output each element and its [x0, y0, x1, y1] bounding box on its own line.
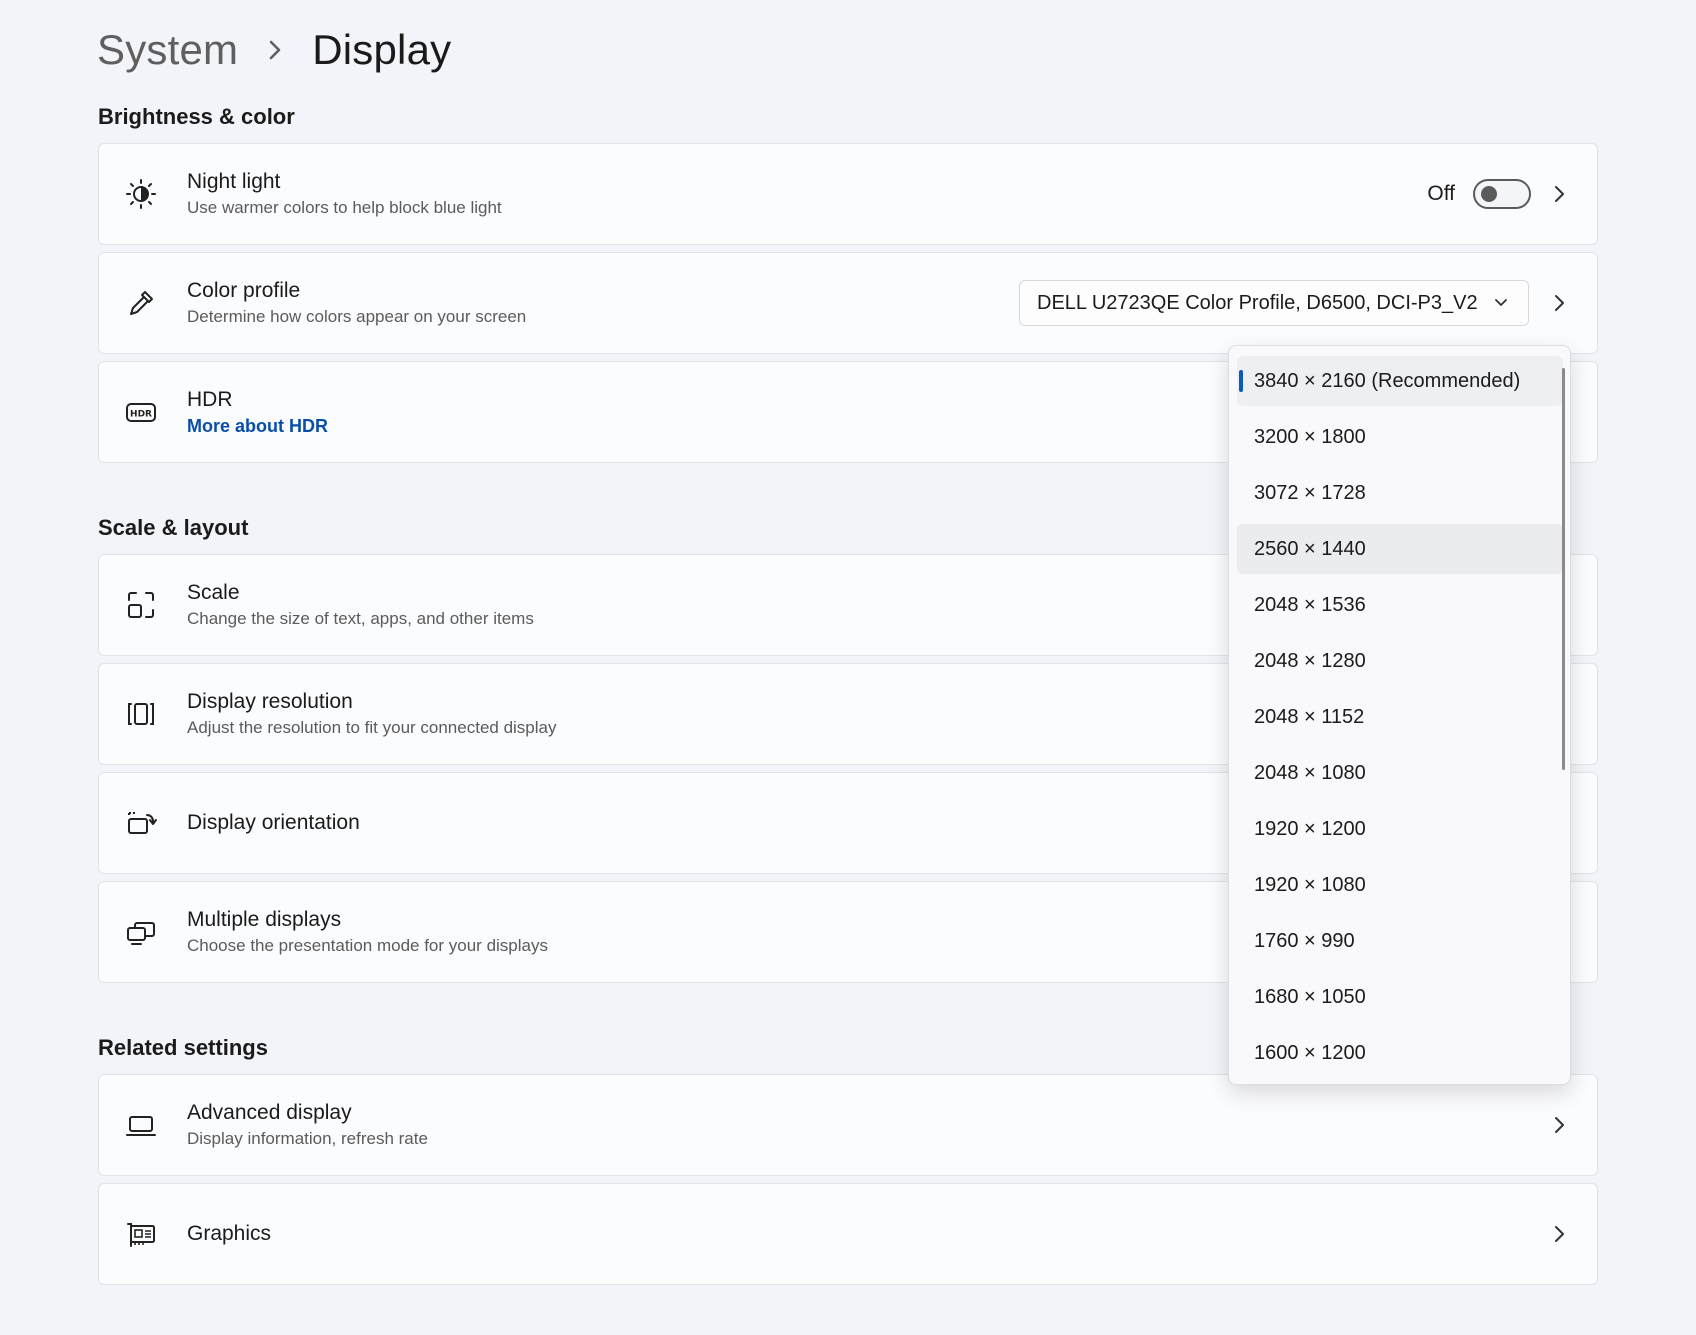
- multiple-displays-desc: Choose the presentation mode for your di…: [187, 936, 548, 955]
- resolution-option[interactable]: 1600 × 1200: [1237, 1028, 1563, 1078]
- chevron-right-icon[interactable]: [1551, 186, 1567, 202]
- color-profile-select[interactable]: DELL U2723QE Color Profile, D6500, DCI-P…: [1019, 280, 1529, 326]
- chevron-right-icon[interactable]: [1551, 1117, 1567, 1133]
- color-profile-value: DELL U2723QE Color Profile, D6500, DCI-P…: [1037, 291, 1478, 314]
- scale-icon: [125, 589, 157, 621]
- scale-desc: Change the size of text, apps, and other…: [187, 609, 534, 628]
- multiple-displays-icon: [125, 916, 157, 948]
- night-light-card[interactable]: Night light Use warmer colors to help bl…: [98, 143, 1598, 245]
- night-light-title: Night light: [187, 170, 281, 193]
- resolution-dropdown-list[interactable]: 3840 × 2160 (Recommended) 3200 × 1800 30…: [1228, 345, 1571, 1085]
- night-light-toggle[interactable]: [1473, 179, 1531, 209]
- night-light-desc: Use warmer colors to help block blue lig…: [187, 198, 502, 217]
- graphics-title: Graphics: [187, 1222, 272, 1245]
- graphics-card[interactable]: Graphics: [98, 1183, 1598, 1285]
- resolution-option[interactable]: 2560 × 1440: [1237, 524, 1563, 574]
- color-profile-desc: Determine how colors appear on your scre…: [187, 307, 527, 326]
- chevron-right-icon[interactable]: [1551, 1226, 1567, 1242]
- display-resolution-desc: Adjust the resolution to fit your connec…: [187, 718, 557, 737]
- eyedropper-icon: [125, 287, 157, 319]
- display-orientation-title: Display orientation: [187, 811, 360, 834]
- laptop-icon: [125, 1109, 157, 1141]
- section-brightness-color: Brightness & color: [98, 104, 295, 129]
- resolution-option[interactable]: 1920 × 1200: [1237, 804, 1563, 854]
- advanced-display-title: Advanced display: [187, 1101, 352, 1124]
- page-title: Display: [312, 26, 452, 73]
- selection-indicator: [1239, 370, 1243, 392]
- section-scale-layout: Scale & layout: [98, 515, 249, 540]
- resolution-option[interactable]: 1760 × 990: [1237, 916, 1563, 966]
- color-profile-card[interactable]: Color profile Determine how colors appea…: [98, 252, 1598, 354]
- breadcrumb-system[interactable]: System: [97, 26, 238, 74]
- resolution-option[interactable]: 3840 × 2160 (Recommended): [1237, 356, 1563, 406]
- resolution-option[interactable]: 1680 × 1050: [1237, 972, 1563, 1022]
- multiple-displays-title: Multiple displays: [187, 908, 342, 931]
- breadcrumb: System Display: [97, 20, 451, 80]
- resolution-option[interactable]: 3072 × 1728: [1237, 468, 1563, 518]
- scale-title: Scale: [187, 581, 240, 604]
- resolution-option[interactable]: 1920 × 1080: [1237, 860, 1563, 910]
- chevron-right-icon: [268, 39, 282, 61]
- hdr-icon: HDR: [125, 396, 157, 428]
- resolution-option[interactable]: 2048 × 1152: [1237, 692, 1563, 742]
- resolution-icon: [125, 698, 157, 730]
- advanced-display-card[interactable]: Advanced display Display information, re…: [98, 1074, 1598, 1176]
- hdr-more-link[interactable]: More about HDR: [187, 414, 328, 438]
- color-profile-title: Color profile: [187, 279, 301, 302]
- resolution-option[interactable]: 2048 × 1536: [1237, 580, 1563, 630]
- resolution-option[interactable]: 2048 × 1280: [1237, 636, 1563, 686]
- display-resolution-title: Display resolution: [187, 690, 353, 713]
- section-related-settings: Related settings: [98, 1035, 268, 1060]
- rotate-screen-icon: [125, 807, 157, 839]
- resolution-option[interactable]: 2048 × 1080: [1237, 748, 1563, 798]
- advanced-display-desc: Display information, refresh rate: [187, 1129, 428, 1148]
- dropdown-scrollbar[interactable]: [1562, 368, 1565, 770]
- brightness-icon: [125, 178, 157, 210]
- night-light-state: Off: [1427, 182, 1455, 205]
- resolution-option[interactable]: 3200 × 1800: [1237, 412, 1563, 462]
- toggle-knob: [1481, 186, 1497, 202]
- chevron-right-icon[interactable]: [1551, 295, 1567, 311]
- graphics-card-icon: [125, 1218, 157, 1250]
- svg-text:HDR: HDR: [130, 410, 152, 420]
- hdr-title: HDR: [187, 388, 233, 411]
- chevron-down-icon: [1494, 298, 1508, 308]
